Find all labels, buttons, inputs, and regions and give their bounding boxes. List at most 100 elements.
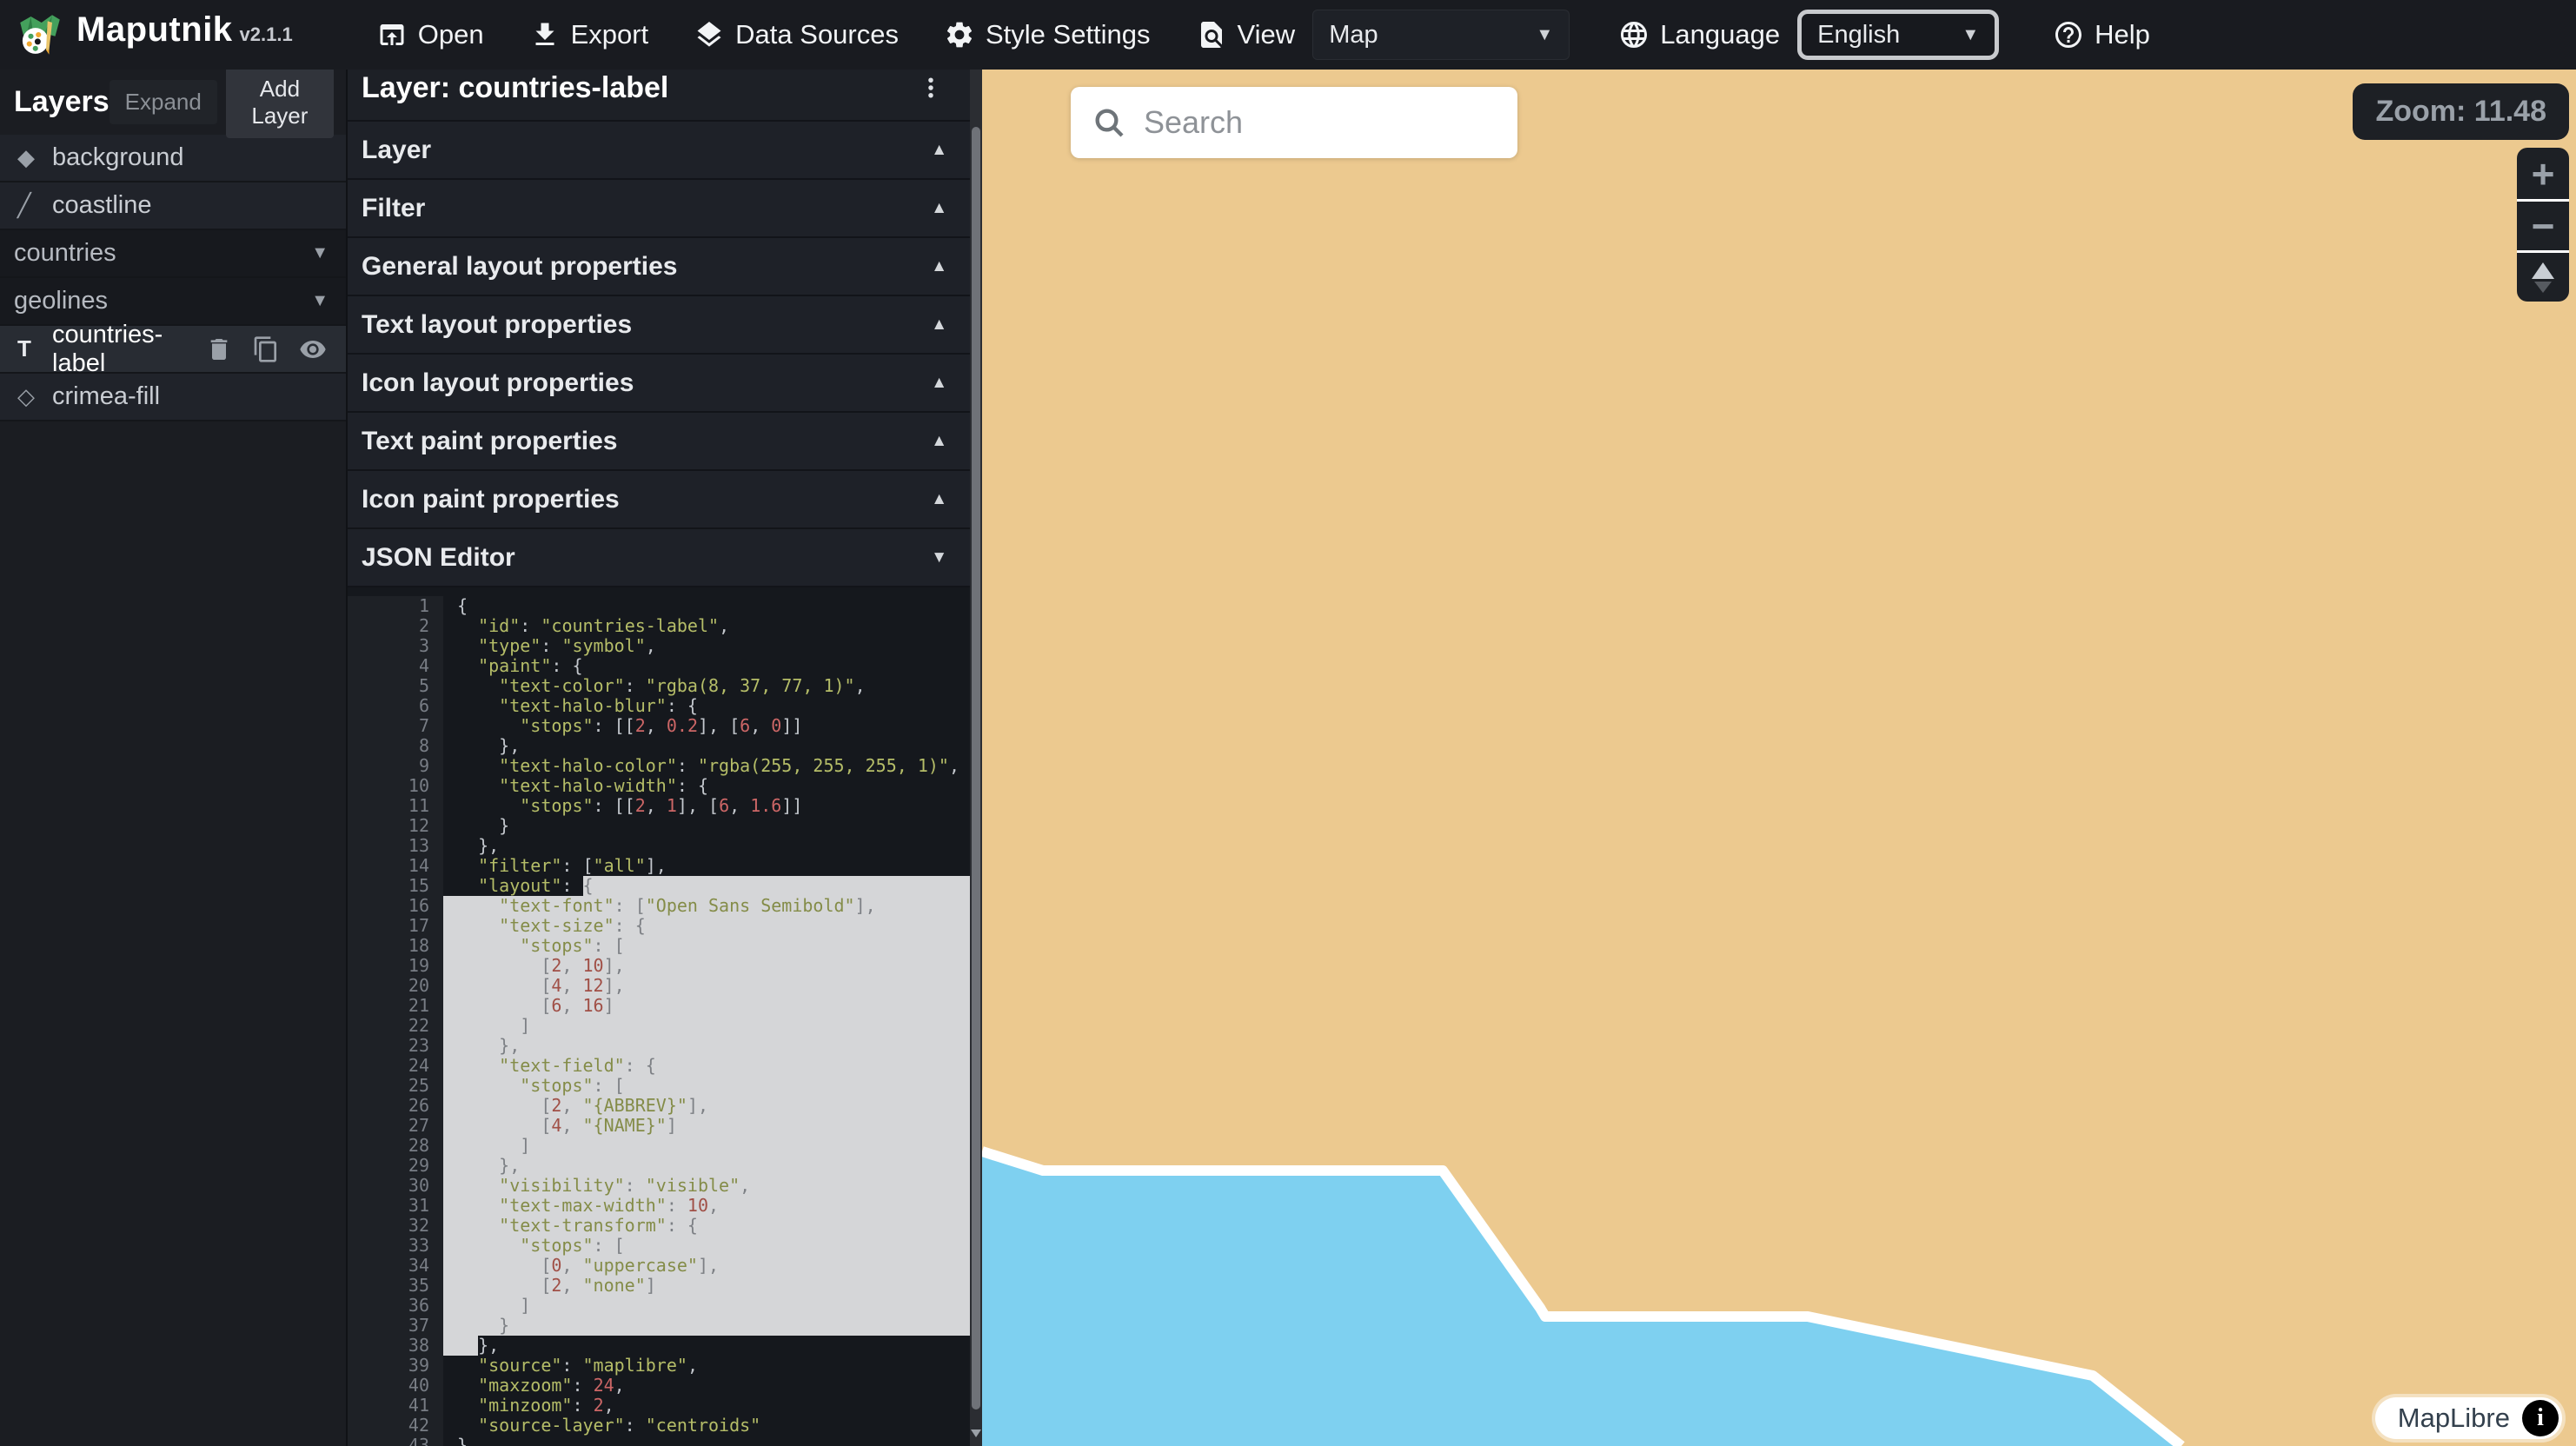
chevron-up-icon: ▲ <box>931 490 947 509</box>
view-select[interactable]: Map ▼ <box>1312 10 1570 60</box>
language-label: Language <box>1660 19 1780 50</box>
layer-editor-title-bar: Layer: countries-label <box>348 70 970 122</box>
minus-icon: − <box>2532 206 2555 246</box>
zoom-in-button[interactable]: + <box>2517 148 2569 199</box>
code-line: 27 [4, "{NAME}"] <box>348 1116 970 1136</box>
section-label: Layer <box>362 136 431 165</box>
expand-button[interactable]: Expand <box>110 80 217 124</box>
code-line: 20 [4, 12], <box>348 976 970 996</box>
section-icon-layout-properties[interactable]: Icon layout properties▲ <box>348 355 970 413</box>
main-menu: Open Export Data Sources Style Settings … <box>376 10 2195 60</box>
code-line: 42 "source-layer": "centroids" <box>348 1416 970 1436</box>
language-globe-icon <box>1618 19 1650 50</box>
data-sources-button[interactable]: Data Sources <box>694 19 899 50</box>
style-settings-label: Style Settings <box>986 19 1151 50</box>
delete-icon[interactable] <box>205 335 233 363</box>
group-header-countries[interactable]: countries▼ <box>0 230 346 278</box>
code-line: 12 } <box>348 816 970 836</box>
section-json-editor[interactable]: JSON Editor ▼ <box>348 529 970 587</box>
kebab-menu-icon[interactable] <box>918 75 944 101</box>
section-icon-paint-properties[interactable]: Icon paint properties ▲ <box>348 471 970 529</box>
chevron-down-icon: ▼ <box>931 548 947 567</box>
open-icon <box>376 19 408 50</box>
section-filter[interactable]: Filter▲ <box>348 180 970 238</box>
search-input[interactable] <box>1144 87 1548 158</box>
language-select[interactable]: English ▼ <box>1797 10 1999 60</box>
chevron-up-icon: ▲ <box>931 141 947 160</box>
section-label: Icon paint properties <box>362 485 620 514</box>
section-text-paint-properties[interactable]: Text paint properties ▲ <box>348 413 970 471</box>
attribution-link[interactable]: MapLibre <box>2398 1403 2510 1434</box>
layer-item-background[interactable]: ◆background <box>0 135 346 182</box>
data-sources-icon <box>694 19 725 50</box>
compass-reset-button[interactable] <box>2517 250 2569 302</box>
style-settings-button[interactable]: Style Settings <box>944 19 1151 50</box>
export-button[interactable]: Export <box>529 19 649 50</box>
code-line: 3 "type": "symbol", <box>348 636 970 656</box>
json-editor[interactable]: 1{2 "id": "countries-label",3 "type": "s… <box>348 587 970 1446</box>
code-line: 23 }, <box>348 1036 970 1056</box>
layer-item-crimea-fill[interactable]: ◇crimea-fill <box>0 374 346 421</box>
section-text-layout-properties[interactable]: Text layout properties▲ <box>348 296 970 355</box>
group-label: countries <box>14 239 311 268</box>
code-line: 8 }, <box>348 736 970 756</box>
editor-scrollbar <box>970 70 982 1446</box>
code-line: 4 "paint": { <box>348 656 970 676</box>
code-line: 43} <box>348 1436 970 1446</box>
visibility-icon[interactable] <box>299 335 327 363</box>
code-line: 37 } <box>348 1316 970 1336</box>
code-line: 1{ <box>348 596 970 616</box>
code-line: 25 "stops": [ <box>348 1076 970 1096</box>
search-icon <box>1092 105 1126 140</box>
chevron-up-icon: ▲ <box>931 432 947 451</box>
section-label: Icon layout properties <box>362 368 634 398</box>
app-name: Maputnik <box>76 10 233 50</box>
map-attribution: MapLibre i <box>2375 1397 2562 1439</box>
group-header-geolines[interactable]: geolines▼ <box>0 278 346 326</box>
code-line: 30 "visibility": "visible", <box>348 1176 970 1196</box>
code-line: 5 "text-color": "rgba(8, 37, 77, 1)", <box>348 676 970 696</box>
section-label: JSON Editor <box>362 543 515 573</box>
code-line: 32 "text-transform": { <box>348 1216 970 1236</box>
help-button[interactable]: Help <box>2053 19 2150 50</box>
property-sections: Layer▲Filter▲General layout properties▲T… <box>348 122 970 587</box>
code-line: 38 }, <box>348 1336 970 1356</box>
editor-scrollbar-thumb[interactable] <box>972 127 980 1410</box>
section-layer[interactable]: Layer ▲ <box>348 122 970 180</box>
brand: Maputnik v2.1.1 <box>16 10 293 59</box>
info-icon[interactable]: i <box>2522 1400 2559 1436</box>
coastline-map-graphic <box>982 70 2576 1446</box>
zoom-level-indicator: Zoom: 11.48 <box>2353 83 2569 140</box>
code-line: 2 "id": "countries-label", <box>348 616 970 636</box>
section-general-layout-properties[interactable]: General layout properties▲ <box>348 238 970 296</box>
scrollbar-down-arrow-icon[interactable] <box>971 1429 981 1437</box>
code-line: 6 "text-halo-blur": { <box>348 696 970 716</box>
code-line: 7 "stops": [[2, 0.2], [6, 0]] <box>348 716 970 736</box>
plus-icon: + <box>2532 154 2555 194</box>
duplicate-icon[interactable] <box>252 335 280 363</box>
layer-editor-panel: Layer: countries-label Layer▲Filter▲Gene… <box>348 70 970 1446</box>
chevron-up-icon: ▲ <box>931 199 947 218</box>
open-button[interactable]: Open <box>376 19 484 50</box>
section-label: Text paint properties <box>362 427 618 456</box>
view-label: View <box>1238 19 1296 50</box>
code-line: 15 "layout": { <box>348 876 970 896</box>
layer-item-coastline[interactable]: ╱coastline <box>0 182 346 230</box>
section-label: General layout properties <box>362 252 677 282</box>
code-line: 28 ] <box>348 1136 970 1156</box>
code-line: 26 [2, "{ABBREV}"], <box>348 1096 970 1116</box>
map-search-box <box>1071 87 1517 158</box>
view-icon <box>1196 19 1227 50</box>
layers-header: Layers Expand Add Layer <box>0 70 346 135</box>
layer-item-countries-label[interactable]: Tcountries-label <box>0 326 346 374</box>
code-line: 36 ] <box>348 1296 970 1316</box>
code-line: 33 "stops": [ <box>348 1236 970 1256</box>
code-line: 40 "maxzoom": 24, <box>348 1376 970 1396</box>
zoom-out-button[interactable]: − <box>2517 199 2569 250</box>
open-label: Open <box>418 19 484 50</box>
layer-editor-title: Layer: countries-label <box>362 71 668 105</box>
view-label-group: View <box>1196 19 1296 50</box>
code-line: 10 "text-halo-width": { <box>348 776 970 796</box>
map-canvas[interactable]: Zoom: 11.48 + − MapLibre i <box>982 70 2576 1446</box>
add-layer-button[interactable]: Add Layer <box>226 67 334 138</box>
